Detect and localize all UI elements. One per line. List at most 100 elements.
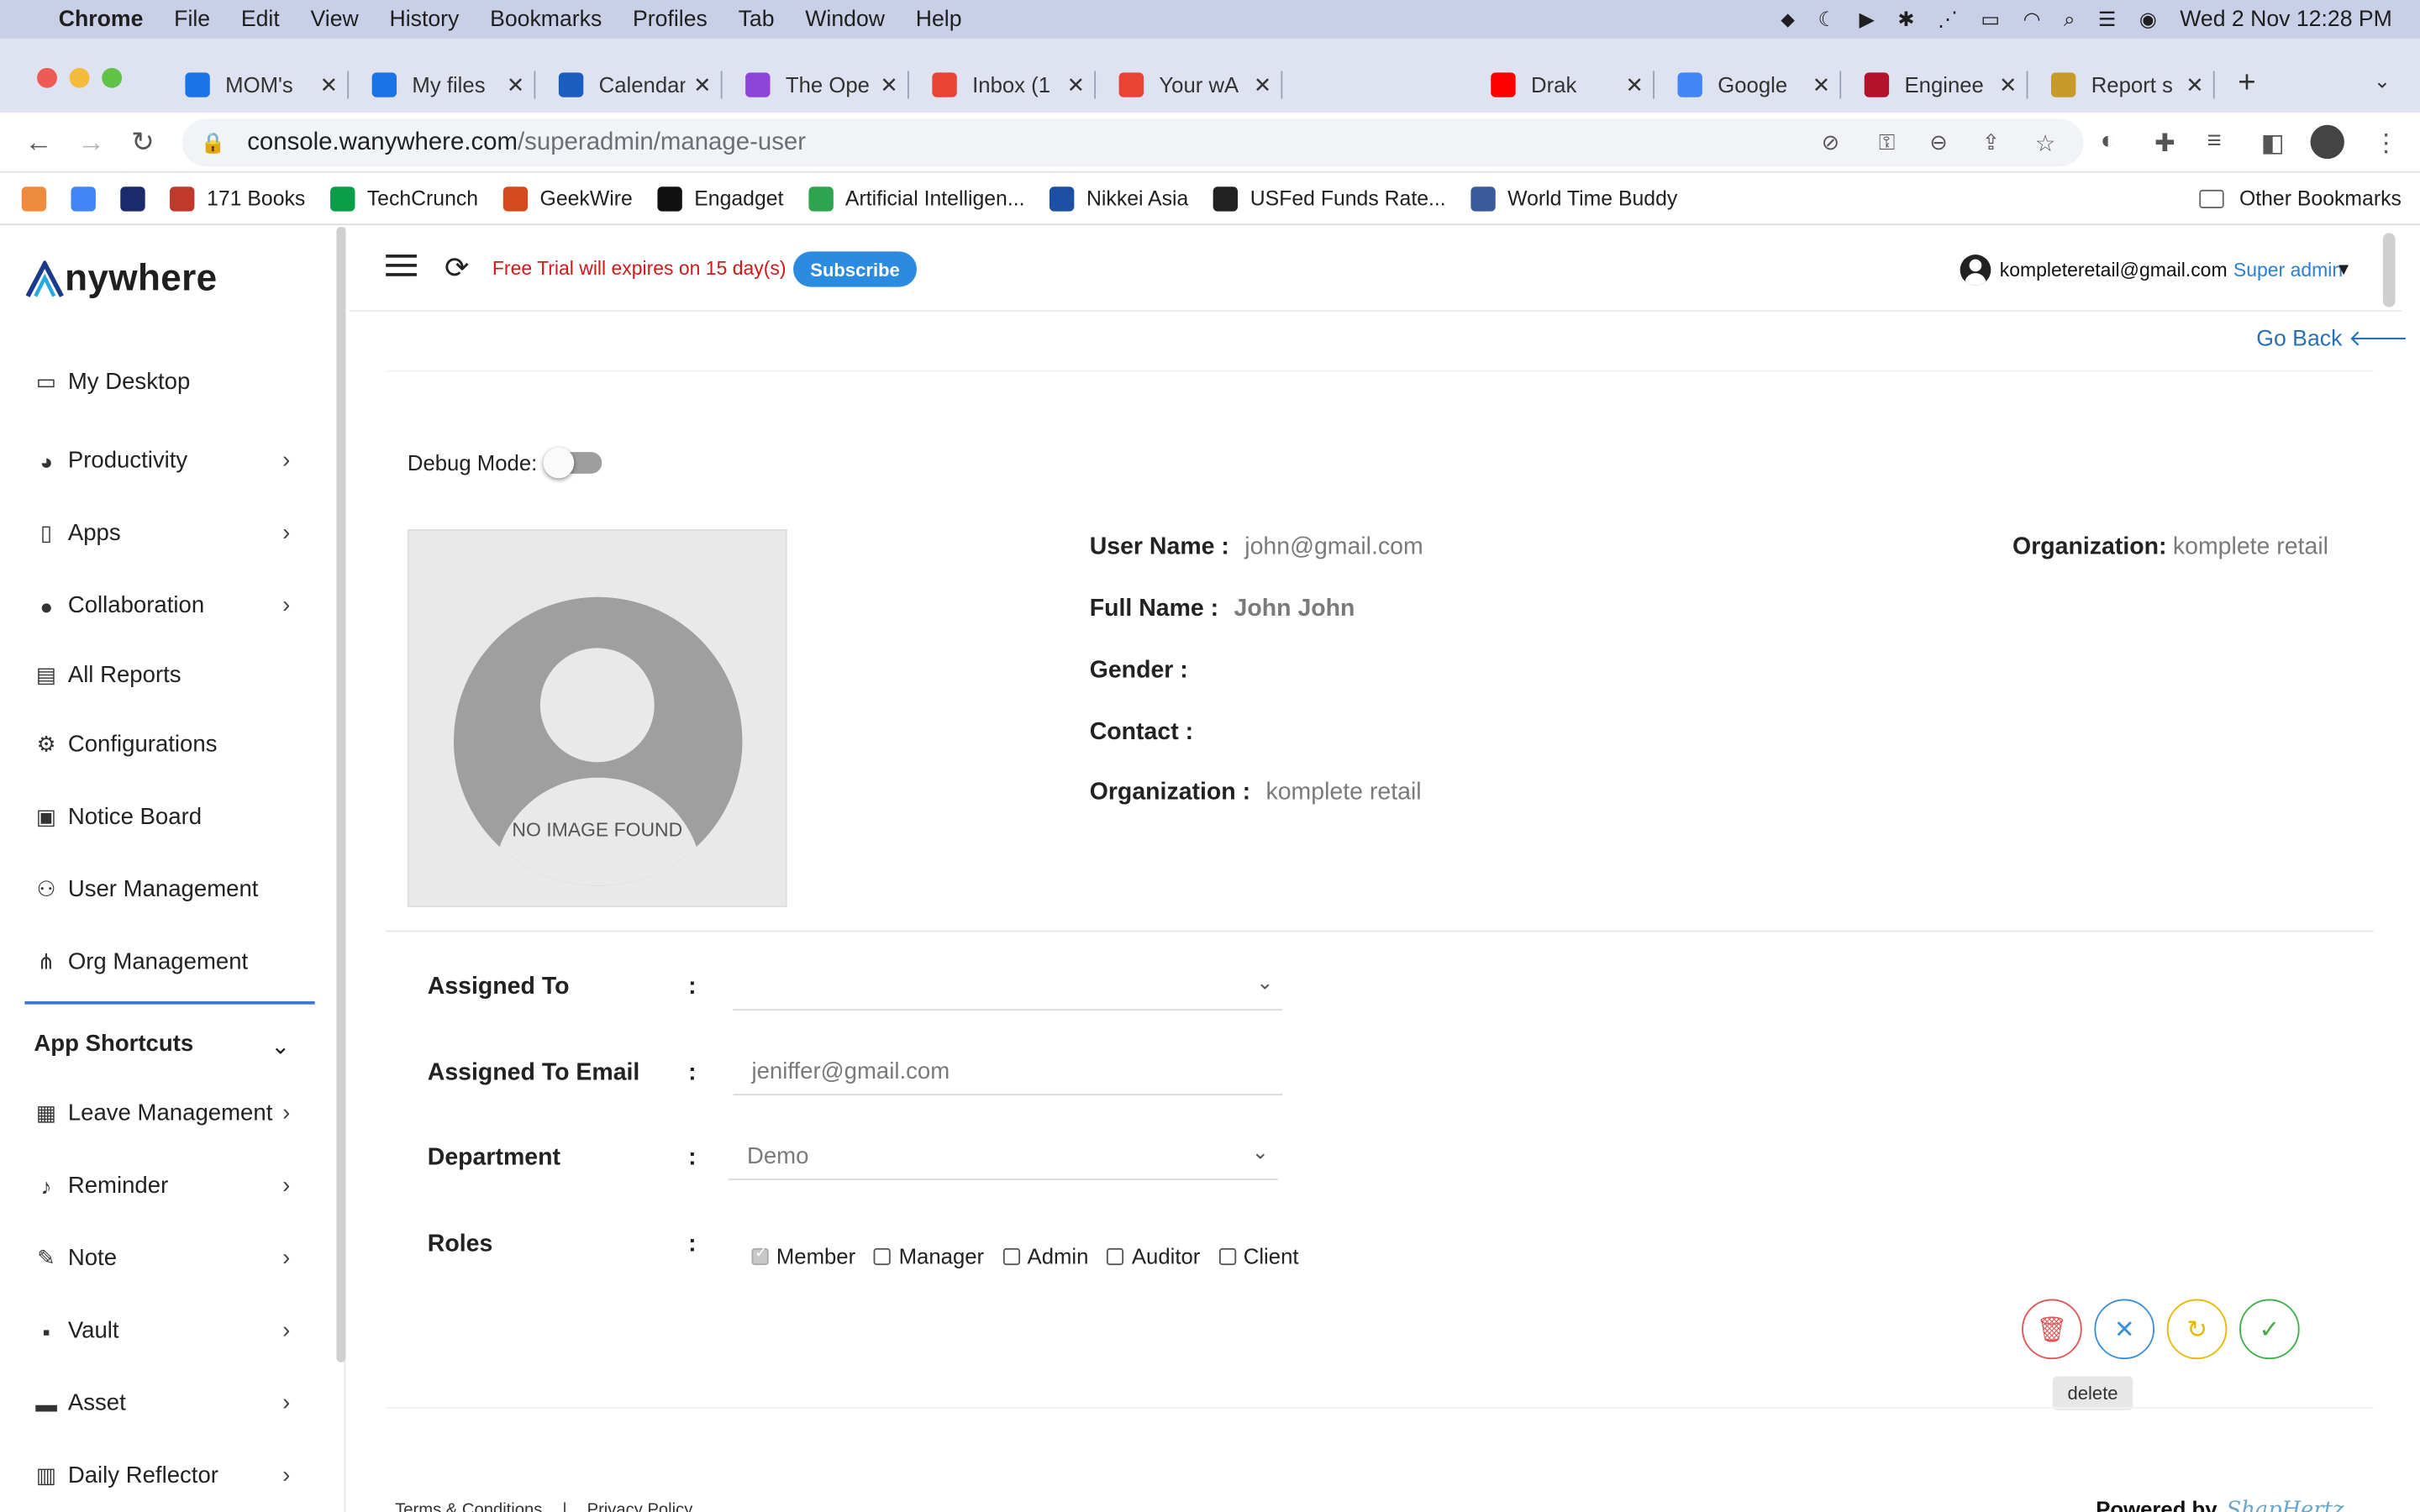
menu-edit[interactable]: Edit [241, 7, 280, 31]
bookmark-3[interactable]: 171 Books [170, 186, 305, 211]
debug-mode-toggle[interactable] [543, 447, 602, 479]
tab-close-icon[interactable]: ✕ [1254, 71, 1272, 97]
menu-profiles[interactable]: Profiles [633, 7, 708, 31]
tab-close-icon[interactable]: ✕ [507, 71, 525, 97]
sidebar-item-apps[interactable]: ▯ Apps › [34, 520, 296, 546]
sidebar-item-my-desktop[interactable]: ▭ My Desktop [34, 369, 296, 395]
app-shortcuts-header[interactable]: App Shortcuts ⌄ [34, 1031, 296, 1060]
approve-button[interactable]: ✓ [2239, 1299, 2300, 1360]
sidebar-item-collaboration[interactable]: ● Collaboration › [34, 592, 296, 618]
menu-bookmarks[interactable]: Bookmarks [490, 7, 602, 31]
tab-4[interactable]: Inbox (1 ✕ [911, 59, 1097, 111]
shortcut-item-reminder[interactable]: ♪ Reminder › [34, 1173, 296, 1199]
menu-tab[interactable]: Tab [739, 7, 775, 31]
menu-help[interactable]: Help [916, 7, 962, 31]
bookmark-star-icon[interactable]: ☆ [2035, 129, 2056, 156]
role-checkbox[interactable] [751, 1244, 769, 1265]
puzzle-extensions-icon[interactable]: ✚ [2154, 128, 2175, 159]
other-bookmarks[interactable]: Other Bookmarks [2199, 186, 2402, 210]
sidebar-scrollbar[interactable] [336, 226, 346, 1362]
reload-icon[interactable]: ↻ [131, 127, 155, 160]
tab-5[interactable]: Your wA ✕ [1097, 59, 1283, 111]
shortcut-item-vault[interactable]: ▪ Vault › [34, 1318, 296, 1344]
assigned-email-field[interactable]: jeniffer@gmail.com [733, 1049, 1283, 1096]
battery-icon[interactable]: ▭ [1981, 9, 2000, 29]
bookmark-2[interactable] [120, 186, 157, 211]
lock-icon[interactable]: 🔒 [201, 130, 226, 155]
bookmark-8[interactable]: Nikkei Asia [1049, 186, 1188, 211]
blocked-popup-icon[interactable]: ⊘ [1822, 129, 1840, 155]
menu-window[interactable]: Window [805, 7, 885, 31]
tab-close-icon[interactable]: ✕ [1812, 71, 1831, 97]
user-account-menu[interactable]: kompleteretail@gmail.com Super admin [1959, 255, 2343, 286]
bookmark-9[interactable]: USFed Funds Rate... [1213, 186, 1446, 211]
tab-close-icon[interactable]: ✕ [880, 71, 898, 97]
menu-file[interactable]: File [174, 7, 210, 31]
deactivate-button[interactable]: ✕ [2094, 1299, 2155, 1360]
sidebar-item-configurations[interactable]: ⚙ Configurations [34, 732, 296, 758]
siri-icon[interactable]: ◉ [2139, 9, 2157, 29]
wanywhere-logo[interactable]: nywhere [24, 258, 217, 301]
tab-8[interactable]: Google ✕ [1656, 59, 1842, 111]
role-checkbox[interactable] [1218, 1247, 1236, 1265]
wifi-icon[interactable]: ◠ [2023, 9, 2041, 29]
role-checkbox[interactable] [874, 1247, 892, 1265]
sidebar-item-user-management[interactable]: ⚇ User Management [34, 876, 296, 902]
tab-close-icon[interactable]: ✕ [1067, 71, 1086, 97]
menu-app-name[interactable]: Chrome [59, 7, 144, 31]
zoom-icon[interactable]: ⊖ [1929, 129, 1948, 155]
sidebar-item-productivity[interactable]: ◕ Productivity › [34, 448, 296, 474]
assigned-to-select[interactable]: ⌄ [733, 964, 1283, 1011]
tab-10[interactable]: Report s ✕ [2029, 59, 2215, 111]
shortcut-item-asset[interactable]: ▬ Asset › [34, 1390, 296, 1416]
role-admin[interactable]: Admin [1002, 1243, 1088, 1268]
terms-link[interactable]: Terms & Conditions [395, 1501, 542, 1512]
role-checkbox[interactable] [1002, 1247, 1020, 1265]
subscribe-button[interactable]: Subscribe [793, 251, 917, 287]
forward-arrow-icon[interactable]: → [77, 127, 105, 160]
bookmark-4[interactable]: TechCrunch [329, 186, 478, 211]
role-client[interactable]: Client [1218, 1243, 1299, 1268]
caret-down-icon[interactable]: ▼ [2335, 260, 2352, 279]
go-back-link[interactable]: Go Back 🡐 [2256, 326, 2408, 351]
tab-close-icon[interactable]: ✕ [320, 71, 339, 97]
user-photo-placeholder[interactable]: NO IMAGE FOUND [407, 528, 787, 907]
role-auditor[interactable]: Auditor [1107, 1243, 1200, 1268]
delete-button[interactable]: 🗑 [2022, 1299, 2082, 1360]
tab-0[interactable]: MOM's ✕ [164, 59, 350, 111]
tab-7[interactable]: Drak ✕ [1470, 59, 1655, 111]
hamburger-menu-icon[interactable] [386, 255, 417, 279]
page-scrollbar[interactable] [2382, 233, 2396, 307]
tab-close-icon[interactable]: ✕ [2186, 71, 2204, 97]
brand-logo-text[interactable]: ShapHertz [2227, 1498, 2344, 1512]
bookmark-10[interactable]: World Time Buddy [1470, 186, 1677, 211]
tab-3[interactable]: The Ope ✕ [723, 59, 909, 111]
side-panel-icon[interactable]: ◧ [2261, 128, 2285, 159]
shortcut-item-note[interactable]: ✎ Note › [34, 1245, 296, 1271]
shortcut-item-leave-management[interactable]: ▦ Leave Management › [34, 1100, 296, 1126]
shortcut-item-daily-reflector[interactable]: ▥ Daily Reflector › [34, 1462, 296, 1488]
profile-avatar[interactable] [2310, 124, 2344, 160]
zoom-window-button[interactable] [102, 67, 123, 88]
bookmark-7[interactable]: Artificial Intelligen... [808, 186, 1025, 211]
menu-view[interactable]: View [310, 7, 358, 31]
reading-list-icon[interactable]: ≡ [2207, 128, 2221, 155]
department-select[interactable]: Demo ⌄ [728, 1134, 1278, 1181]
spotlight-search-icon[interactable]: ⌕ [2064, 9, 2075, 29]
address-bar[interactable]: 🔒 console.wanywhere.com/superadmin/manag… [182, 118, 2084, 167]
bookmark-5[interactable]: GeekWire [502, 186, 633, 211]
bookmark-1[interactable] [71, 186, 108, 211]
tab-search-chevron-icon[interactable]: ⌄ [2374, 70, 2391, 94]
tab-1[interactable]: My files ✕ [350, 59, 536, 111]
control-center-icon[interactable]: ☰ [2098, 9, 2116, 29]
new-tab-plus-icon[interactable]: + [2238, 66, 2255, 102]
tab-close-icon[interactable]: ✕ [1626, 71, 1644, 97]
sidebar-item-all-reports[interactable]: ▤ All Reports [34, 662, 296, 688]
role-checkbox[interactable] [1107, 1247, 1124, 1265]
role-member[interactable]: Member [751, 1243, 855, 1268]
reset-password-button[interactable]: ↻ [2166, 1299, 2228, 1360]
bookmark-6[interactable]: Engadget [657, 186, 783, 211]
sidebar-item-org-management[interactable]: ⋔ Org Management [34, 949, 296, 975]
key-icon[interactable]: ⚿ [1879, 129, 1896, 155]
minimize-window-button[interactable] [69, 67, 90, 88]
